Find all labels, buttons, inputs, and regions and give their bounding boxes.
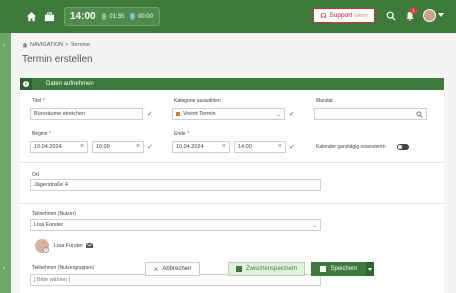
page-title: Termin erstellen xyxy=(22,54,93,65)
mandat-search-input[interactable] xyxy=(314,108,427,120)
breadcrumb-section[interactable]: NAVIGATION xyxy=(30,42,63,48)
titel-label: Titel * xyxy=(32,98,45,104)
work-clock[interactable]: 14:00 01:35 00:00 xyxy=(64,7,160,26)
support-status: (aktiv) xyxy=(354,12,368,19)
teilnehmer-label: Teilnehmer (Nutzer) xyxy=(32,211,76,217)
gruppen-label: Teilnehmer (Nutzergruppen) xyxy=(32,265,95,271)
clock-time: 14:00 xyxy=(70,11,96,22)
clock-a: 01:35 xyxy=(109,13,125,20)
save-button[interactable]: Speichern xyxy=(311,262,367,276)
break-time-icon xyxy=(130,13,135,20)
ort-input[interactable]: Jägerstraße 4 xyxy=(30,179,321,191)
top-bar: 14:00 01:35 00:00 ☊ Support (aktiv) 1 xyxy=(0,0,456,33)
teilnehmer-select[interactable]: Lisa Forster ⌄ xyxy=(30,219,321,231)
work-time-icon xyxy=(101,13,107,20)
beginn-date-input[interactable]: 10.04.2024 × xyxy=(30,141,88,153)
collapsed-sidebar[interactable]: › › xyxy=(0,33,11,293)
breadcrumb-home-icon[interactable] xyxy=(22,42,28,48)
briefcase-icon[interactable] xyxy=(42,9,56,23)
clear-beginn-time-icon[interactable]: × xyxy=(136,143,140,150)
save-disk-icon xyxy=(235,266,242,272)
participant-avatar: × xyxy=(35,239,49,253)
user-avatar[interactable] xyxy=(423,9,436,22)
close-icon: × xyxy=(153,264,159,274)
info-icon: i xyxy=(23,81,29,87)
panel-header: i Daten aufnehmen xyxy=(20,78,444,90)
breadcrumb-page[interactable]: Termine xyxy=(70,42,90,48)
save-options-dropdown[interactable] xyxy=(366,262,374,276)
ende-valid-icon: ✓ xyxy=(289,144,295,151)
expand-sidebar-icon[interactable]: › xyxy=(3,43,5,49)
beginn-time-input[interactable]: 10:00 × xyxy=(92,141,144,153)
titel-valid-icon: ✓ xyxy=(147,111,153,118)
panel-title: Daten aufnehmen xyxy=(46,81,94,87)
info-icon-box: i xyxy=(20,78,32,90)
intermediate-save-button[interactable]: Zwischenspeichern xyxy=(228,262,305,276)
mandat-label: Mandat xyxy=(316,98,333,104)
breadcrumb-separator: > xyxy=(65,42,69,48)
headset-icon: ☊ xyxy=(320,12,327,20)
beginn-label: Beginn * xyxy=(32,131,51,137)
category-color-icon xyxy=(176,112,180,116)
save-icon xyxy=(320,266,327,272)
kategorie-valid-icon: ✓ xyxy=(289,111,295,118)
teilnehmer-dropdown-icon[interactable]: ⌄ xyxy=(312,222,317,229)
notification-badge: 1 xyxy=(410,7,417,14)
ort-label: Ort xyxy=(32,172,39,178)
clear-ende-date-icon[interactable]: × xyxy=(222,143,226,150)
kategorie-label: Kategorie auswählen xyxy=(174,98,221,104)
ganztaegig-toggle[interactable] xyxy=(397,144,409,150)
ende-date-input[interactable]: 10.04.2024 × xyxy=(172,141,230,153)
home-icon[interactable] xyxy=(24,9,38,23)
clear-beginn-date-icon[interactable]: × xyxy=(80,143,84,150)
search-icon[interactable] xyxy=(384,9,398,23)
divider xyxy=(20,203,444,204)
clock-b: 00:00 xyxy=(137,13,153,20)
kategorie-select[interactable]: Vorort Termin ⌄ xyxy=(172,108,285,120)
chevron-down-icon xyxy=(368,267,372,271)
support-label: Support xyxy=(329,12,353,19)
clear-ende-time-icon[interactable]: × xyxy=(278,143,282,150)
user-menu-caret-icon[interactable] xyxy=(438,13,444,17)
ende-time-input[interactable]: 14:00 × xyxy=(234,141,286,153)
cancel-button[interactable]: × Abbrechen xyxy=(145,262,200,276)
participant-chip-name: Lisa Forster xyxy=(54,243,84,249)
support-button[interactable]: ☊ Support (aktiv) xyxy=(313,8,375,23)
titel-input[interactable]: Büroräume streichen xyxy=(30,108,143,120)
mail-icon[interactable] xyxy=(86,243,93,248)
ende-label: Ende * xyxy=(174,131,190,137)
beginn-valid-icon: ✓ xyxy=(147,144,153,151)
breadcrumb: NAVIGATION > Termine xyxy=(22,42,90,48)
mandat-search-icon[interactable] xyxy=(416,111,423,118)
ganztaegig-label: Kalender ganztägig reservieren xyxy=(316,144,386,150)
divider xyxy=(20,162,444,163)
dropdown-arrow-icon[interactable]: ⌄ xyxy=(276,111,281,118)
remove-participant-icon[interactable]: × xyxy=(43,247,49,253)
expand-sidebar-bottom-icon[interactable]: › xyxy=(3,266,5,272)
